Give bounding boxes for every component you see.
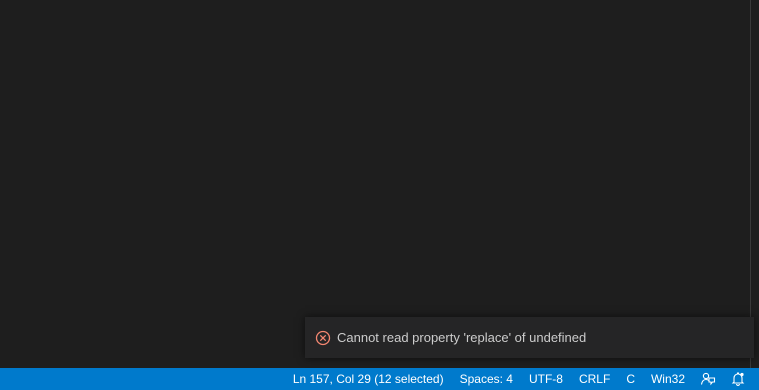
bell-icon[interactable] (723, 368, 753, 390)
feedback-icon[interactable] (693, 368, 723, 390)
encoding-indicator[interactable]: UTF-8 (521, 368, 571, 390)
error-circle-icon (315, 330, 331, 346)
editor-scrollbar[interactable] (750, 0, 751, 368)
configuration-indicator[interactable]: Win32 (643, 368, 693, 390)
status-bar: Ln 157, Col 29 (12 selected) Spaces: 4 U… (0, 368, 759, 390)
editor-area[interactable] (0, 0, 759, 368)
notification-message: Cannot read property 'replace' of undefi… (337, 330, 587, 345)
language-mode-indicator[interactable]: C (618, 368, 643, 390)
line-ending-indicator[interactable]: CRLF (571, 368, 618, 390)
indentation-indicator[interactable]: Spaces: 4 (452, 368, 521, 390)
error-notification-toast[interactable]: Cannot read property 'replace' of undefi… (305, 317, 754, 358)
cursor-position-indicator[interactable]: Ln 157, Col 29 (12 selected) (285, 368, 452, 390)
